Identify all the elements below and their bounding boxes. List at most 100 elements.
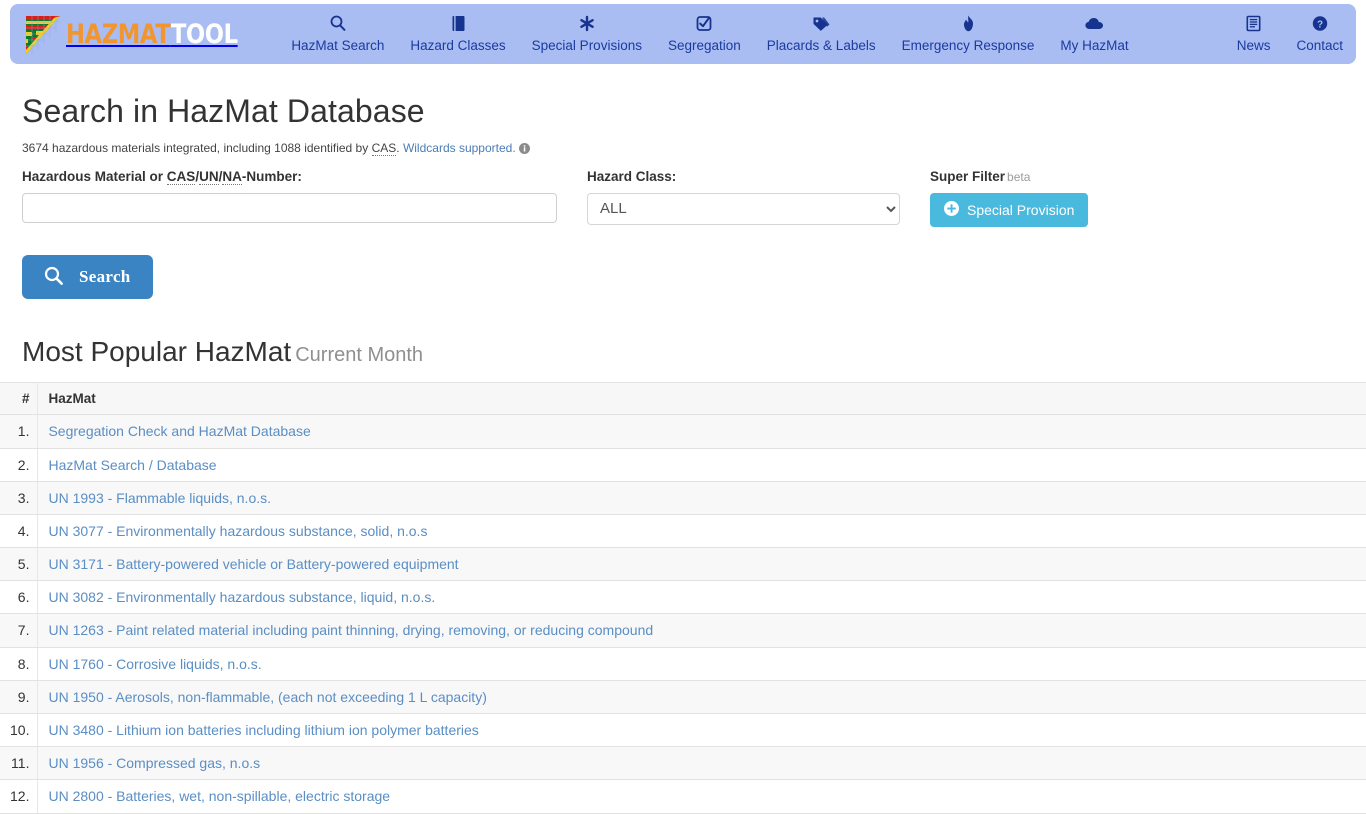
table-row: 1. Segregation Check and HazMat Database	[0, 414, 1366, 449]
table-row: 12. UN 2800 - Batteries, wet, non-spillab…	[0, 779, 1366, 814]
hazmat-link[interactable]: UN 3082 - Environmentally hazardous subs…	[48, 589, 435, 605]
nav-item-contact[interactable]: ? Contact	[1283, 4, 1356, 64]
hazmat-link[interactable]: Segregation Check and HazMat Database	[48, 423, 310, 439]
hazmat-link[interactable]: UN 2800 - Batteries, wet, non-spillable,…	[48, 788, 390, 804]
table-row: 11. UN 1956 - Compressed gas, n.o.s	[0, 746, 1366, 781]
row-hazmat-cell: UN 1263 - Paint related material includi…	[37, 613, 1366, 648]
cas-abbr: CAS	[166, 168, 196, 185]
table-row: 4. UN 3077 - Environmentally hazardous su…	[0, 513, 1366, 549]
check-square-icon	[696, 15, 712, 32]
stats-text-part1: 3674 hazardous materials integrated, inc…	[22, 141, 372, 156]
row-number: 4.	[0, 513, 39, 549]
question-circle-icon: ?	[1312, 15, 1328, 32]
hazmat-flag-logo-icon	[22, 12, 64, 56]
nav-item-label: My HazMat	[1060, 38, 1129, 54]
row-number: 3.	[0, 480, 39, 515]
nav-item-label: Contact	[1296, 38, 1343, 54]
beta-badge: beta	[1007, 169, 1031, 184]
hazmat-link[interactable]: UN 3171 - Battery-powered vehicle or Bat…	[48, 556, 458, 572]
table-row: 10. UN 3480 - Lithium ion batteries inclu…	[0, 712, 1366, 748]
nav-item-label: HazMat Search	[291, 38, 385, 54]
nav-item-label: Placards & Labels	[766, 38, 876, 54]
row-number: 6.	[0, 580, 39, 615]
table-row: 7. UN 1263 - Paint related material inclu…	[0, 613, 1366, 648]
nav-item-news[interactable]: News	[1224, 4, 1284, 64]
navbar-items: HazMat Search Hazard Classes Special Pro…	[278, 4, 1356, 64]
brand-text: HAZMATTOOL	[66, 21, 238, 48]
popular-title-main: Most Popular HazMat	[22, 335, 292, 367]
nav-item-label: Emergency Response	[901, 38, 1035, 54]
main-navbar: HAZMATTOOL HazMat Search Hazard Classes …	[10, 4, 1356, 64]
page-body: Search in HazMat Database 3674 hazardous…	[0, 64, 1366, 814]
nav-item-hazard-classes[interactable]: Hazard Classes	[397, 4, 518, 64]
na-abbr: NA	[222, 168, 242, 185]
hazmat-link[interactable]: UN 1993 - Flammable liquids, n.o.s.	[48, 490, 271, 506]
fire-icon	[962, 15, 975, 32]
hazmat-link[interactable]: HazMat Search / Database	[48, 457, 216, 473]
asterisk-icon	[579, 15, 595, 32]
row-hazmat-cell: UN 3082 - Environmentally hazardous subs…	[37, 580, 1366, 615]
hazmat-field-label: Hazardous Material or CAS/UN/NA-Number:	[22, 168, 587, 185]
super-filter-title: Super Filter	[930, 168, 1006, 184]
hazmat-link[interactable]: UN 1950 - Aerosols, non-flammable, (each…	[48, 689, 486, 705]
row-number: 10.	[0, 712, 39, 748]
row-hazmat-cell: HazMat Search / Database	[37, 447, 1366, 482]
hazmat-link[interactable]: UN 1760 - Corrosive liquids, n.o.s.	[48, 656, 261, 672]
brand-logo-link[interactable]: HAZMATTOOL	[22, 12, 270, 56]
hazmat-link[interactable]: UN 1263 - Paint related material includi…	[48, 622, 653, 638]
book-icon	[451, 15, 466, 32]
table-row: 6. UN 3082 - Environmentally hazardous su…	[0, 580, 1366, 615]
nav-item-label: Special Provisions	[531, 38, 642, 54]
special-provision-label: Special Provision	[967, 201, 1075, 218]
wildcards-supported-link[interactable]: Wildcards supported.	[403, 141, 516, 155]
nav-item-label: Segregation	[667, 38, 741, 54]
nav-item-segregation[interactable]: Segregation	[655, 4, 754, 64]
row-hazmat-cell: UN 3480 - Lithium ion batteries includin…	[37, 712, 1366, 748]
row-number: 2.	[0, 447, 39, 482]
search-icon	[44, 266, 63, 288]
nav-item-label: News	[1236, 38, 1271, 54]
brand-secondary: TOOL	[170, 18, 238, 50]
popular-hazmat-table: # HazMat 1. Segregation Check and HazMat …	[0, 381, 1366, 814]
row-hazmat-cell: UN 1956 - Compressed gas, n.o.s	[37, 746, 1366, 781]
hazmat-field-group: Hazardous Material or CAS/UN/NA-Number:	[22, 168, 587, 223]
database-stats-text: 3674 hazardous materials integrated, inc…	[22, 141, 1344, 159]
special-provision-button[interactable]: Special Provision	[930, 192, 1089, 227]
hazmat-link[interactable]: UN 3480 - Lithium ion batteries includin…	[48, 722, 478, 738]
cas-abbr: CAS	[371, 141, 397, 157]
stats-text-part2: .	[396, 141, 403, 156]
nav-item-hazmat-search[interactable]: HazMat Search	[278, 4, 397, 64]
hazmat-link[interactable]: UN 3077 - Environmentally hazardous subs…	[48, 523, 427, 539]
row-hazmat-cell: UN 3171 - Battery-powered vehicle or Bat…	[37, 547, 1366, 582]
un-abbr: UN	[199, 168, 219, 185]
row-number: 8.	[0, 646, 39, 681]
hazard-class-select[interactable]: ALL	[587, 192, 900, 225]
info-circle-icon[interactable]	[518, 143, 530, 159]
search-button[interactable]: Search	[22, 254, 153, 299]
content-container: Search in HazMat Database 3674 hazardous…	[0, 93, 1366, 368]
table-row: 8. UN 1760 - Corrosive liquids, n.o.s.	[0, 646, 1366, 681]
row-hazmat-cell: UN 1950 - Aerosols, non-flammable, (each…	[37, 679, 1366, 715]
table-row: 5. UN 3171 - Battery-powered vehicle or B…	[0, 547, 1366, 582]
hazmat-search-input[interactable]	[22, 192, 557, 223]
hazmat-link[interactable]: UN 1956 - Compressed gas, n.o.s	[48, 755, 260, 771]
nav-item-my-hazmat[interactable]: My HazMat	[1047, 4, 1141, 64]
super-filter-label: Super Filter beta	[930, 169, 1190, 185]
hazard-class-label: Hazard Class:	[587, 168, 677, 184]
row-hazmat-cell: UN 1760 - Corrosive liquids, n.o.s.	[37, 646, 1366, 681]
table-row: 9. UN 1950 - Aerosols, non-flammable, (ea…	[0, 679, 1366, 715]
nav-item-emergency-response[interactable]: Emergency Response	[889, 4, 1048, 64]
table-row: 2. HazMat Search / Database	[0, 447, 1366, 482]
page-title: Search in HazMat Database	[22, 93, 425, 129]
table-header-row: # HazMat	[0, 381, 1366, 416]
nav-item-special-provisions[interactable]: Special Provisions	[519, 4, 655, 64]
row-number: 11.	[0, 746, 39, 781]
search-icon	[330, 15, 346, 32]
hazard-class-field-group: Hazard Class: ALL	[587, 169, 930, 225]
nav-item-placards-labels[interactable]: Placards & Labels	[754, 4, 889, 64]
table-body: 1. Segregation Check and HazMat Database …	[0, 414, 1366, 814]
search-button-label: Search	[79, 266, 131, 286]
hazmat-label-part1: Hazardous Material or	[22, 168, 167, 184]
row-hazmat-cell: UN 3077 - Environmentally hazardous subs…	[37, 513, 1366, 549]
popular-section-title: Most Popular HazMat Current Month	[22, 335, 1344, 368]
